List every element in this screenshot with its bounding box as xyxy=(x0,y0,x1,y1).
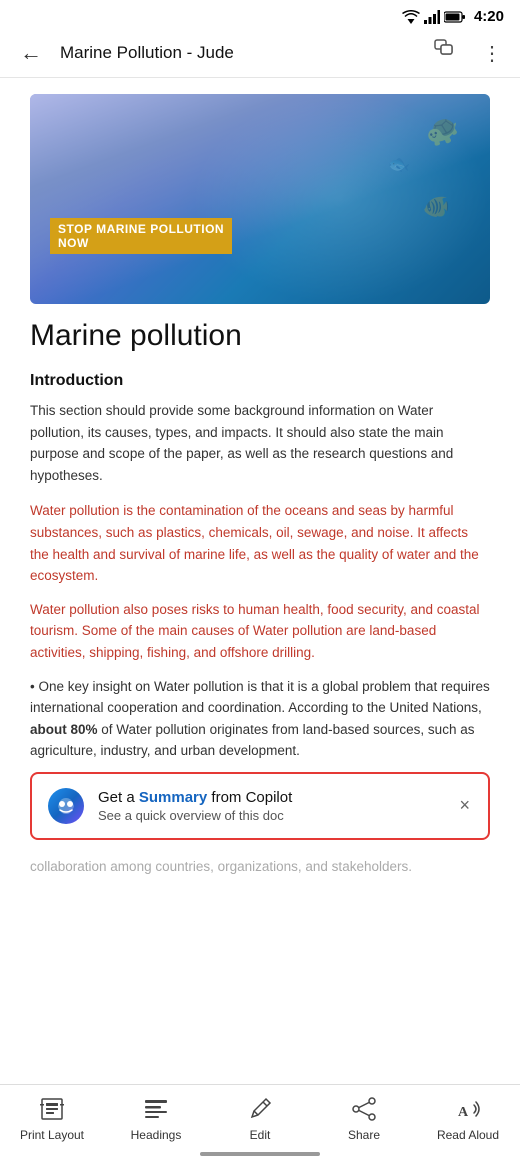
print-layout-icon xyxy=(38,1095,66,1123)
headings-label: Headings xyxy=(131,1128,182,1142)
more-options-button[interactable]: ⋮ xyxy=(476,37,508,70)
document-main-title: Marine pollution xyxy=(30,318,490,354)
share-icon xyxy=(350,1095,378,1123)
status-time: 4:20 xyxy=(474,8,504,25)
copilot-banner[interactable]: Get a Summary from Copilot See a quick o… xyxy=(30,772,490,840)
copilot-icon xyxy=(46,786,86,826)
status-icons: 4:20 xyxy=(402,8,504,25)
red-paragraph-1: Water pollution is the contamination of … xyxy=(30,500,490,586)
wifi-icon xyxy=(402,10,420,24)
document-content: Marine pollution Introduction This secti… xyxy=(0,304,520,762)
read-aloud-icon: A xyxy=(454,1095,482,1123)
copilot-summary-word: Summary xyxy=(139,789,207,806)
copilot-main-text: Get a Summary from Copilot xyxy=(98,789,443,806)
red-paragraph-2: Water pollution also poses risks to huma… xyxy=(30,599,490,664)
hero-image: 🐢 🐟 🐠 STOP MARINE POLLUTION NOW xyxy=(30,94,490,304)
status-bar: 4:20 xyxy=(0,0,520,29)
print-layout-label: Print Layout xyxy=(20,1128,84,1142)
read-aloud-label: Read Aloud xyxy=(437,1128,499,1142)
svg-text:A: A xyxy=(458,1105,469,1120)
copilot-close-button[interactable]: × xyxy=(455,791,474,820)
continuation-text: collaboration among countries, organizat… xyxy=(0,850,520,878)
top-bar: ← Marine Pollution - Judе ⋮ xyxy=(0,29,520,78)
headings-icon xyxy=(142,1095,170,1123)
body-paragraph-1: • One key insight on Water pollution is … xyxy=(30,676,490,762)
intro-heading: Introduction xyxy=(30,372,490,390)
nav-print-layout[interactable]: Print Layout xyxy=(12,1095,92,1142)
nav-edit[interactable]: Edit xyxy=(220,1095,300,1142)
home-indicator xyxy=(200,1152,320,1156)
copilot-text-area: Get a Summary from Copilot See a quick o… xyxy=(98,789,443,823)
battery-icon xyxy=(444,11,466,23)
nav-headings[interactable]: Headings xyxy=(116,1095,196,1142)
back-button[interactable]: ← xyxy=(12,36,50,70)
hero-decoration-3: 🐠 xyxy=(423,194,450,220)
copilot-translate-icon[interactable] xyxy=(428,35,466,71)
document-area: 🐢 🐟 🐠 STOP MARINE POLLUTION NOW Marine p… xyxy=(0,78,520,878)
signal-icon xyxy=(424,10,440,24)
stop-badge: STOP MARINE POLLUTION NOW xyxy=(50,218,232,254)
edit-label: Edit xyxy=(250,1128,271,1142)
share-label: Share xyxy=(348,1128,380,1142)
hero-decoration-2: 🐟 xyxy=(386,152,412,177)
edit-icon xyxy=(246,1095,274,1123)
bottom-nav: Print Layout Headings Edit Share A xyxy=(0,1084,520,1162)
nav-share[interactable]: Share xyxy=(324,1095,404,1142)
nav-read-aloud[interactable]: A Read Aloud xyxy=(428,1095,508,1142)
intro-paragraph: This section should provide some backgro… xyxy=(30,400,490,486)
document-title: Marine Pollution - Judе xyxy=(60,43,418,63)
copilot-sub-text: See a quick overview of this doc xyxy=(98,808,443,823)
